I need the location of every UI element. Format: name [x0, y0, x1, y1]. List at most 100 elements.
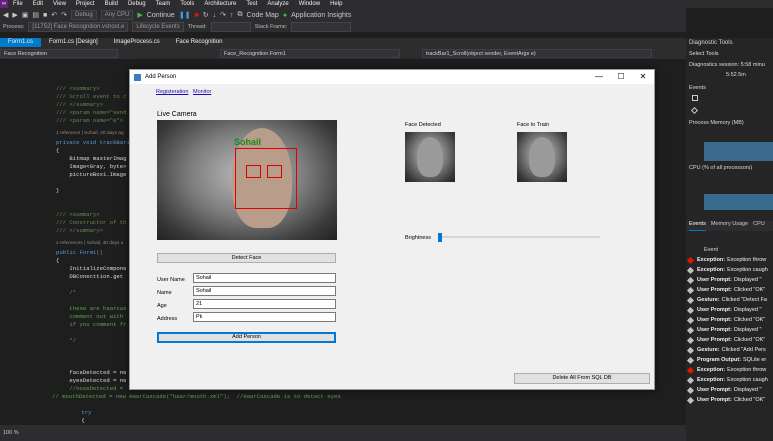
continue-button[interactable]: Continue: [147, 12, 175, 19]
event-row[interactable]: User Prompt: Clicked "OK": [686, 395, 765, 405]
menu-test[interactable]: Test: [241, 1, 262, 7]
class-select[interactable]: Face_Recognition.Form1: [220, 48, 400, 58]
code-line: {: [56, 147, 60, 154]
lifecycle-events-select[interactable]: Lifecycle Events: [132, 22, 184, 32]
menu-team[interactable]: Team: [151, 1, 176, 7]
code-line: /// Scroll event to c: [56, 93, 127, 100]
menu-file[interactable]: File: [8, 1, 28, 7]
event-row[interactable]: Exception: Exception throw: [686, 365, 766, 375]
menu-registeration[interactable]: Registeration: [156, 89, 188, 95]
event-type: Program Output:: [697, 357, 741, 363]
address-input[interactable]: Pk: [193, 312, 336, 322]
minimize-icon[interactable]: —: [588, 70, 610, 84]
menu-architecture[interactable]: Architecture: [199, 1, 241, 7]
menu-window[interactable]: Window: [294, 1, 325, 7]
step-out-icon[interactable]: ↑: [230, 12, 234, 19]
event-row[interactable]: User Prompt: Displayed ": [686, 305, 761, 315]
platform-select[interactable]: Any CPU: [100, 10, 134, 20]
event-row[interactable]: User Prompt: Clicked "OK": [686, 335, 766, 345]
zoom-level[interactable]: 100 %: [3, 430, 19, 436]
event-row[interactable]: Program Output: SQLite er: [686, 355, 766, 365]
process-select[interactable]: [11752] Face Recognition.vshost.e: [28, 22, 129, 32]
name-input[interactable]: Sohail: [193, 286, 336, 296]
tab-cpu[interactable]: CPU: [753, 221, 765, 231]
event-type: User Prompt:: [697, 337, 732, 343]
code-line: //noseDetected =: [56, 385, 124, 392]
project-select[interactable]: Face Recognition: [0, 48, 118, 58]
menu-monitor[interactable]: Monitor: [193, 89, 211, 95]
member-select[interactable]: trackBar1_Scroll(object sender, EventArg…: [422, 48, 652, 58]
event-type: User Prompt:: [697, 317, 732, 323]
redo-icon[interactable]: ↷: [61, 11, 67, 19]
age-input[interactable]: 21: [193, 299, 336, 309]
event-diamond-icon: [690, 106, 699, 115]
back-icon[interactable]: ◀: [3, 11, 8, 19]
event-type: User Prompt:: [697, 287, 732, 293]
tab-events[interactable]: Events: [689, 221, 706, 231]
tab-memory-usage[interactable]: Memory Usage: [711, 221, 748, 231]
step-over-icon[interactable]: ↷: [220, 11, 226, 19]
application-insights-icon: ●: [282, 11, 288, 19]
undo-icon[interactable]: ↶: [51, 11, 57, 19]
menu-project[interactable]: Project: [71, 1, 100, 7]
select-tools-button[interactable]: Select Tools: [689, 51, 719, 57]
add-person-button[interactable]: Add Person: [157, 332, 336, 343]
detect-face-button[interactable]: Detect Face: [157, 253, 336, 263]
delete-all-button[interactable]: Delete All From SQL DB: [514, 373, 650, 384]
user-name-input[interactable]: Sohail: [193, 273, 336, 283]
live-camera-image: Sohail: [157, 120, 337, 240]
menu-view[interactable]: View: [48, 1, 71, 7]
menu-analyze[interactable]: Analyze: [262, 1, 293, 7]
memory-chart: [704, 129, 773, 161]
code-lens[interactable]: 2 references | Sohail, 40 days a: [56, 241, 123, 246]
code-lens[interactable]: 1 reference | Sohail, 40 days ag: [56, 131, 124, 136]
restart-icon[interactable]: ↻: [203, 11, 209, 19]
open-icon[interactable]: ▤: [32, 11, 39, 19]
thread-select[interactable]: [210, 22, 251, 32]
tab-imageprocess-cs[interactable]: ImageProcess.cs: [106, 38, 168, 47]
maximize-icon[interactable]: ☐: [610, 70, 632, 84]
code-line: faceDetected = ne: [56, 369, 127, 376]
menu-help[interactable]: Help: [325, 1, 347, 7]
code-line: /// </summary>: [56, 227, 103, 234]
tab-face-recognition[interactable]: Face Recognition: [168, 38, 231, 47]
thread-label: Thread:: [187, 24, 207, 30]
event-type: User Prompt:: [697, 327, 732, 333]
forward-icon[interactable]: ▶: [12, 11, 17, 19]
tab-form1-design[interactable]: Form1.cs [Design]: [41, 38, 106, 47]
event-row[interactable]: User Prompt: Clicked "OK": [686, 285, 765, 295]
menu-build[interactable]: Build: [100, 1, 123, 7]
event-row[interactable]: Gesture: Clicked "Add Pers: [686, 345, 766, 355]
continue-icon[interactable]: ▶: [137, 11, 142, 19]
brightness-slider[interactable]: [438, 233, 600, 242]
application-insights-button[interactable]: Application Insights: [291, 12, 351, 19]
tab-form1-cs[interactable]: Form1.cs: [0, 38, 42, 47]
code-map-button[interactable]: Code Map: [247, 12, 279, 19]
event-row[interactable]: User Prompt: Clicked "OK": [686, 315, 765, 325]
close-icon[interactable]: ✕: [632, 70, 654, 84]
event-text: Clicked "Detect Fa: [721, 297, 767, 303]
pause-icon[interactable]: ❚❚: [179, 11, 191, 19]
event-row[interactable]: Exception: Exception throw: [686, 255, 766, 265]
pause-events-icon[interactable]: [692, 95, 698, 101]
code-line: /// Constructor of th: [56, 219, 127, 226]
menu-tools[interactable]: Tools: [175, 1, 199, 7]
event-row[interactable]: User Prompt: Displayed ": [686, 325, 761, 335]
configuration-select[interactable]: Debug: [71, 10, 97, 20]
event-row[interactable]: Exception: Exception caugh: [686, 375, 768, 385]
event-row[interactable]: User Prompt: Displayed ": [686, 385, 761, 395]
step-into-icon[interactable]: ↓: [213, 12, 217, 19]
event-type: Exception:: [697, 367, 726, 373]
menu-debug[interactable]: Debug: [123, 1, 151, 7]
event-row[interactable]: Gesture: Clicked "Detect Fa: [686, 295, 767, 305]
code-line: these are haarcas: [56, 305, 127, 312]
event-row[interactable]: User Prompt: Displayed ": [686, 275, 761, 285]
slider-thumb[interactable]: [438, 233, 442, 242]
event-row[interactable]: Exception: Exception caugh: [686, 265, 768, 275]
stack-frame-select[interactable]: [291, 22, 352, 32]
event-text: Clicked "OK": [733, 337, 766, 343]
stop-icon[interactable]: ■: [195, 12, 199, 19]
save-icon[interactable]: ■: [43, 12, 47, 19]
new-project-icon[interactable]: ▣: [22, 11, 29, 19]
menu-edit[interactable]: Edit: [28, 1, 48, 7]
